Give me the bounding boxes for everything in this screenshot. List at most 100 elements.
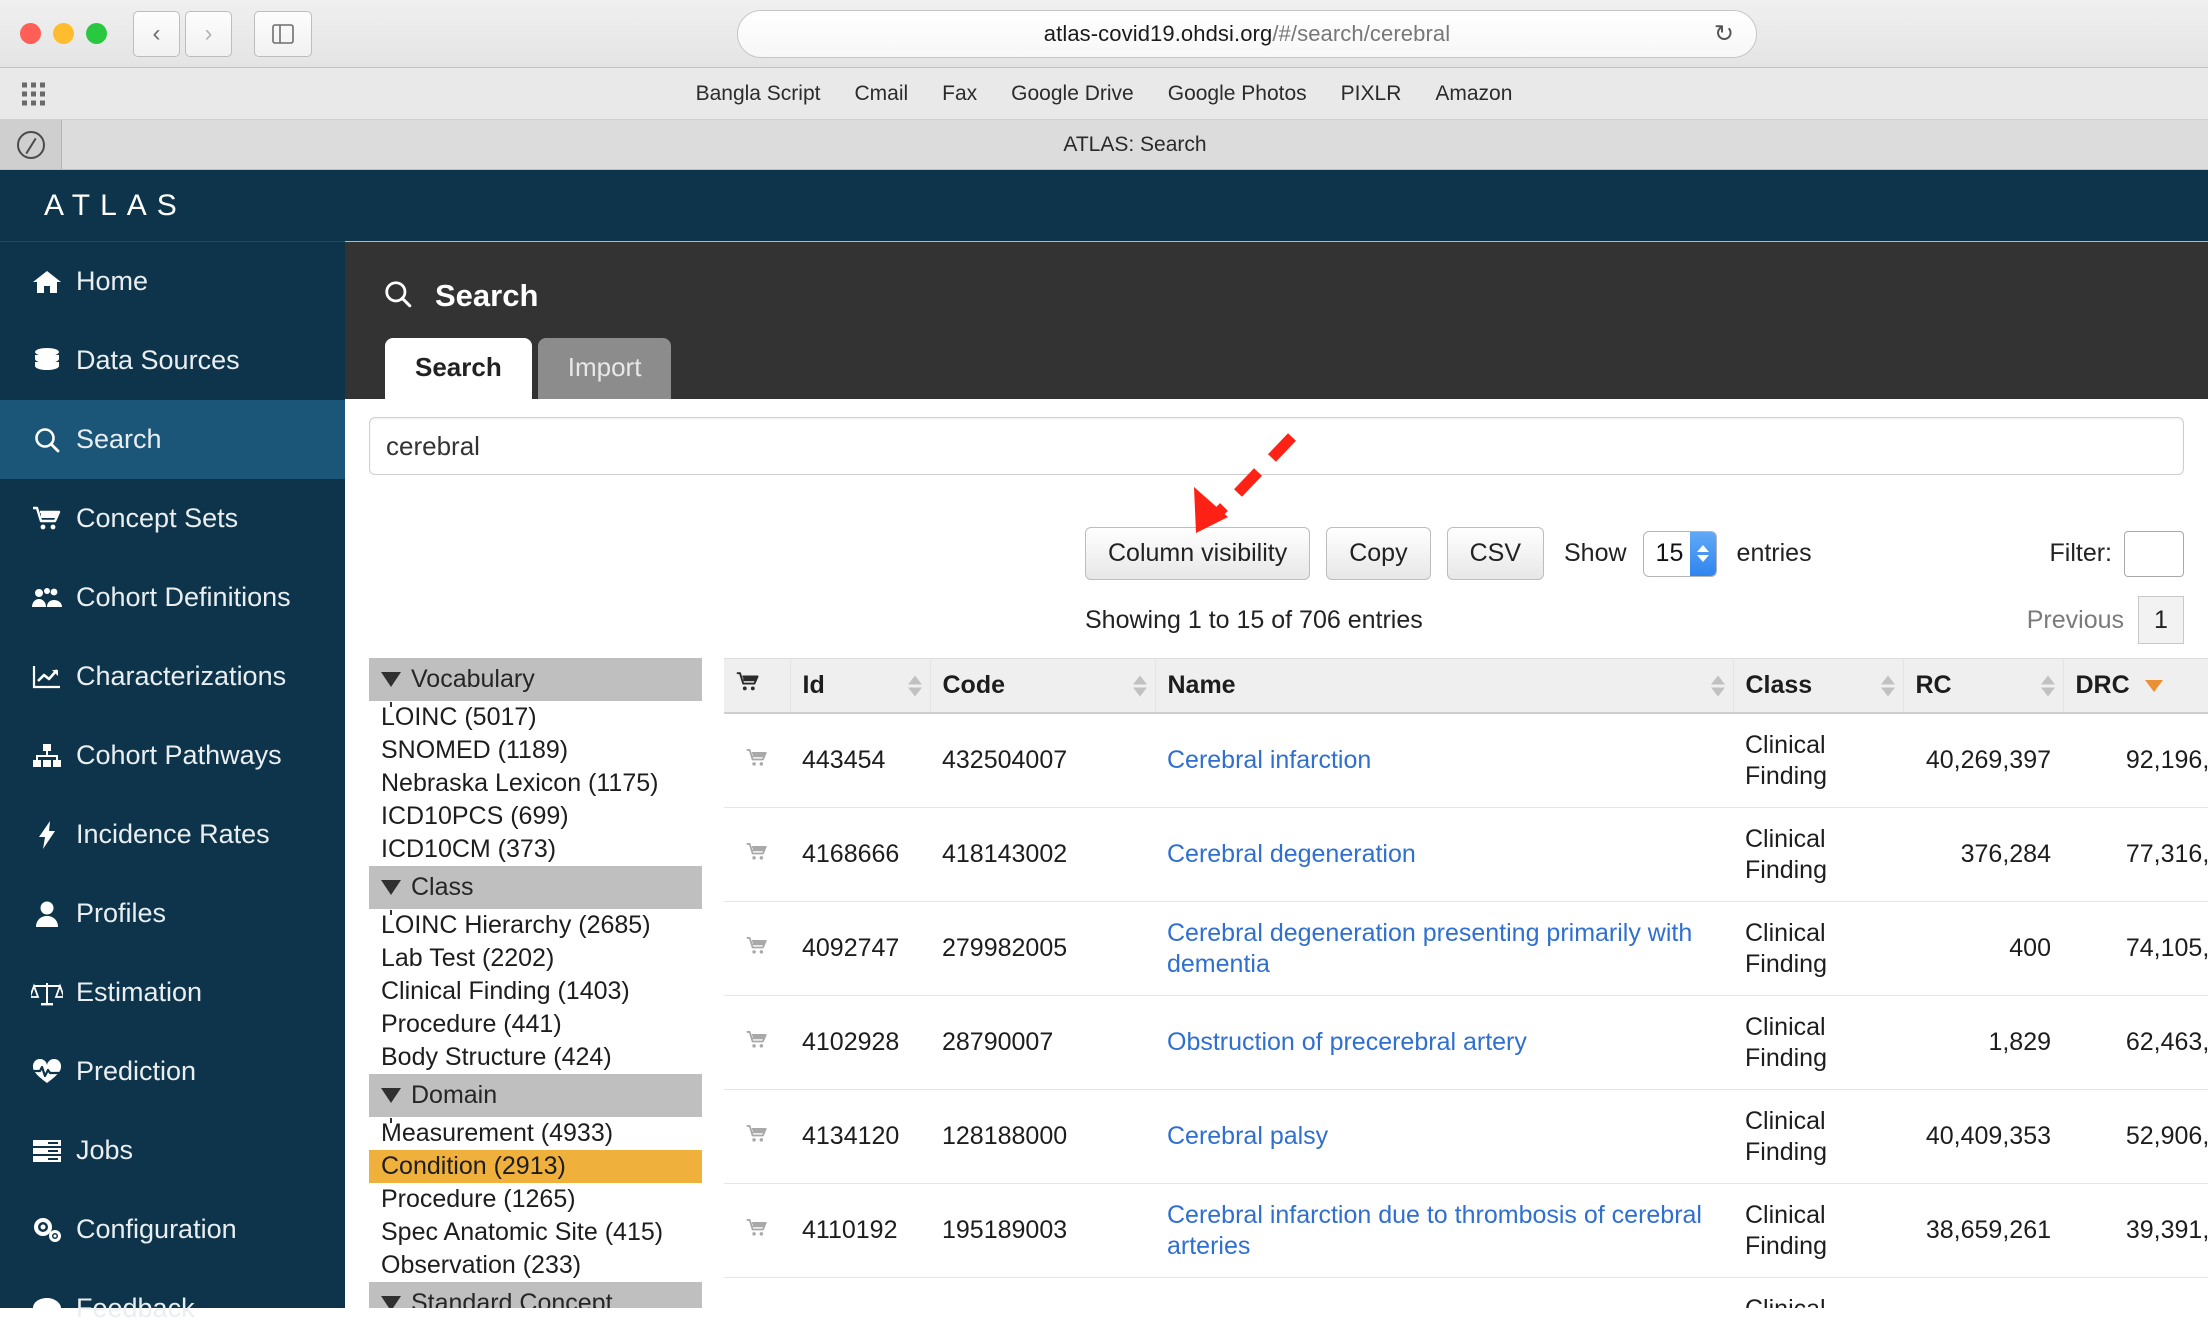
column-header-id[interactable]: Id bbox=[790, 658, 931, 714]
tab-search[interactable]: Search bbox=[385, 338, 532, 399]
sidebar-item-profiles[interactable]: Profiles bbox=[0, 874, 345, 953]
sidebar-item-concept-sets[interactable]: Concept Sets bbox=[0, 479, 345, 558]
facet-option[interactable]: Measurement (4933) bbox=[369, 1117, 702, 1150]
concept-link[interactable]: Cerebral degeneration presenting primari… bbox=[1167, 919, 1692, 978]
table-row[interactable]: 4168666 418143002 Cerebral degeneration … bbox=[724, 807, 2208, 902]
sidebar-item-data-sources[interactable]: Data Sources bbox=[0, 321, 345, 400]
back-icon[interactable]: ‹ bbox=[133, 10, 180, 57]
sidebar-item-search[interactable]: Search bbox=[0, 400, 345, 479]
row-add-to-cart-button[interactable] bbox=[724, 807, 790, 902]
forward-icon[interactable]: › bbox=[185, 10, 232, 57]
sidebar-item-estimation[interactable]: Estimation bbox=[0, 953, 345, 1032]
concept-link[interactable]: Cerebral infarction bbox=[1167, 746, 1371, 774]
facet-header-domain[interactable]: Domain bbox=[369, 1074, 702, 1123]
bookmark-item[interactable]: Fax bbox=[942, 82, 977, 106]
row-add-to-cart-button[interactable] bbox=[724, 995, 790, 1090]
facet-header-vocabulary[interactable]: Vocabulary bbox=[369, 658, 702, 707]
page-length-select[interactable]: 15 bbox=[1642, 530, 1717, 577]
column-header-drc[interactable]: DRC bbox=[2063, 658, 2208, 714]
browser-tab[interactable]: ATLAS: Search bbox=[62, 120, 2208, 169]
row-add-to-cart-button[interactable] bbox=[724, 1183, 790, 1278]
reload-icon[interactable]: ↻ bbox=[1714, 20, 1734, 49]
sidebar-item-incidence-rates[interactable]: Incidence Rates bbox=[0, 795, 345, 874]
table-row[interactable]: 373503 266257000 Transient cerebral isch… bbox=[724, 1277, 2208, 1308]
bookmark-item[interactable]: PIXLR bbox=[1341, 82, 1402, 106]
cell-class: Clinical Finding bbox=[1733, 995, 1903, 1090]
stepper-icon[interactable] bbox=[1689, 531, 1716, 576]
facet-option[interactable]: Body Structure (424) bbox=[369, 1041, 702, 1074]
facet-option[interactable]: Nebraska Lexicon (1175) bbox=[369, 767, 702, 800]
bookmark-item[interactable]: Bangla Script bbox=[696, 82, 821, 106]
facet-option[interactable]: ICD10CM (373) bbox=[369, 833, 702, 866]
row-add-to-cart-button[interactable] bbox=[724, 1277, 790, 1308]
bookmark-item[interactable]: Google Photos bbox=[1168, 82, 1307, 106]
column-header-cart[interactable] bbox=[724, 658, 791, 714]
facet-option[interactable]: Lab Test (2202) bbox=[369, 942, 702, 975]
copy-button[interactable]: Copy bbox=[1326, 527, 1431, 580]
facet-option[interactable]: LOINC (5017) bbox=[369, 701, 702, 734]
cell-rc: 40,409,353 bbox=[1903, 1089, 2063, 1184]
row-add-to-cart-button[interactable] bbox=[724, 901, 790, 996]
minimize-window-button[interactable] bbox=[53, 23, 74, 44]
column-header-class[interactable]: Class bbox=[1733, 658, 1904, 714]
table-row[interactable]: 4134120 128188000 Cerebral palsy Clinica… bbox=[724, 1089, 2208, 1184]
sidebar-item-cohort-pathways[interactable]: Cohort Pathways bbox=[0, 716, 345, 795]
concept-link[interactable]: Cerebral degeneration bbox=[1167, 840, 1416, 868]
facet-option[interactable]: ICD10PCS (699) bbox=[369, 800, 702, 833]
page-1-button[interactable]: 1 bbox=[2138, 596, 2184, 644]
apps-grid-icon[interactable] bbox=[22, 82, 45, 105]
facet-option[interactable]: Spec Anatomic Site (415) bbox=[369, 1216, 702, 1249]
facet-header-standard-concept[interactable]: Standard Concept bbox=[369, 1282, 702, 1308]
facet-option[interactable]: SNOMED (1189) bbox=[369, 734, 702, 767]
facet-option[interactable]: Procedure (1265) bbox=[369, 1183, 702, 1216]
shopping-cart-icon bbox=[746, 1216, 768, 1244]
cell-class: Clinical Finding bbox=[1733, 1277, 1903, 1308]
column-header-code[interactable]: Code bbox=[930, 658, 1156, 714]
column-visibility-button[interactable]: Column visibility bbox=[1085, 527, 1311, 580]
facet-option-selected[interactable]: Condition (2913) bbox=[369, 1150, 702, 1183]
close-window-button[interactable] bbox=[20, 23, 41, 44]
sidebar-item-label: Search bbox=[76, 424, 162, 454]
bookmark-item[interactable]: Cmail bbox=[854, 82, 908, 106]
table-row[interactable]: 4110192 195189003 Cerebral infarction du… bbox=[724, 1183, 2208, 1278]
table-row[interactable]: 443454 432504007 Cerebral infarction Cli… bbox=[724, 713, 2208, 808]
sidebar-item-home[interactable]: Home bbox=[0, 242, 345, 321]
row-add-to-cart-button[interactable] bbox=[724, 1089, 790, 1184]
bookmark-list: Bangla Script Cmail Fax Google Drive Goo… bbox=[0, 82, 2208, 106]
row-add-to-cart-button[interactable] bbox=[724, 713, 790, 808]
concept-link[interactable]: Cerebral palsy bbox=[1167, 1122, 1328, 1150]
facet-header-class[interactable]: Class bbox=[369, 866, 702, 915]
sidebar-item-feedback[interactable]: Feedback bbox=[0, 1269, 345, 1342]
previous-page-button[interactable]: Previous bbox=[2027, 606, 2138, 635]
sidebar-item-prediction[interactable]: Prediction bbox=[0, 1032, 345, 1111]
sidebar-item-jobs[interactable]: Jobs bbox=[0, 1111, 345, 1190]
bookmark-item[interactable]: Google Drive bbox=[1011, 82, 1134, 106]
column-header-name[interactable]: Name bbox=[1155, 658, 1734, 714]
maximize-window-button[interactable] bbox=[86, 23, 107, 44]
concept-link[interactable]: Obstruction of precerebral artery bbox=[1167, 1028, 1527, 1056]
datatable-info-row: Showing 1 to 15 of 706 entries Previous … bbox=[345, 596, 2208, 644]
cell-class: Clinical Finding bbox=[1733, 713, 1903, 808]
compass-icon bbox=[0, 120, 62, 169]
sidebar-item-characterizations[interactable]: Characterizations bbox=[0, 637, 345, 716]
column-header-rc[interactable]: RC bbox=[1903, 658, 2064, 714]
table-row[interactable]: 4102928 28790007 Obstruction of precereb… bbox=[724, 995, 2208, 1090]
facet-option[interactable]: Clinical Finding (1403) bbox=[369, 975, 702, 1008]
filter-box: Filter: bbox=[2050, 530, 2184, 577]
facet-option[interactable]: Procedure (441) bbox=[369, 1008, 702, 1041]
bolt-icon bbox=[18, 820, 76, 850]
url-bar[interactable]: atlas-covid19.ohdsi.org/#/search/cerebra… bbox=[737, 10, 1757, 58]
bookmark-item[interactable]: Amazon bbox=[1435, 82, 1512, 106]
table-row[interactable]: 4092747 279982005 Cerebral degeneration … bbox=[724, 901, 2208, 996]
search-input[interactable] bbox=[369, 417, 2184, 475]
facet-option[interactable]: Observation (233) bbox=[369, 1249, 702, 1282]
concept-link[interactable]: Cerebral infarction due to thrombosis of… bbox=[1167, 1201, 1702, 1260]
facet-option[interactable]: LOINC Hierarchy (2685) bbox=[369, 909, 702, 942]
main-content: Search Search Import Column visibility C… bbox=[345, 170, 2208, 1308]
sidebar-toggle-icon[interactable] bbox=[254, 10, 312, 57]
sidebar-item-cohort-definitions[interactable]: Cohort Definitions bbox=[0, 558, 345, 637]
tab-import[interactable]: Import bbox=[537, 338, 672, 399]
filter-input[interactable] bbox=[2124, 530, 2184, 577]
csv-button[interactable]: CSV bbox=[1446, 527, 1544, 580]
sidebar-item-configuration[interactable]: Configuration bbox=[0, 1190, 345, 1269]
